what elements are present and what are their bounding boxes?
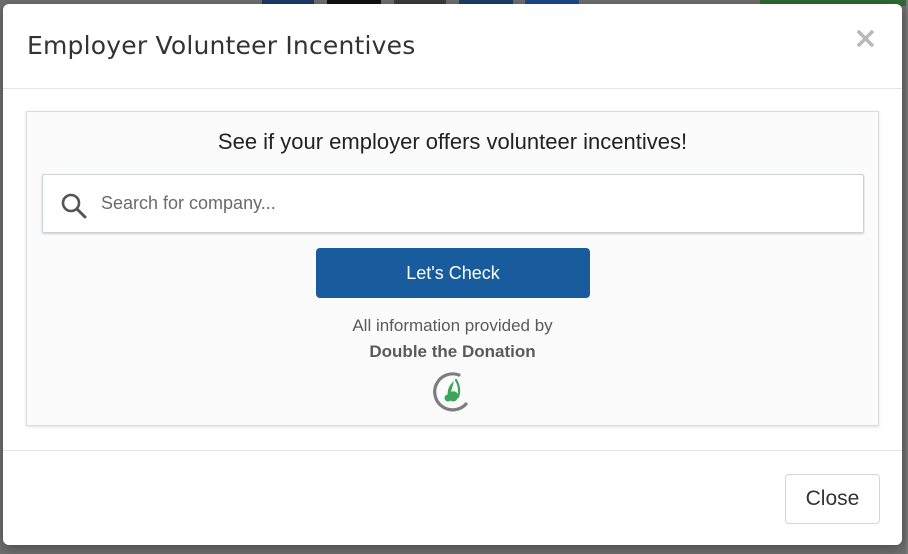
employer-search-widget: See if your employer offers volunteer in… (26, 111, 879, 426)
lets-check-button[interactable]: Let's Check (316, 248, 590, 298)
modal-header: Employer Volunteer Incentives × (3, 4, 902, 89)
double-the-donation-logo-icon (433, 372, 468, 412)
widget-heading: See if your employer offers volunteer in… (217, 129, 688, 154)
credit-provider-name: Double the Donation (369, 342, 536, 361)
company-search-input[interactable] (101, 175, 841, 232)
credit-line: All information provided by (352, 316, 553, 335)
modal-title: Employer Volunteer Incentives (27, 31, 416, 60)
close-x-icon[interactable]: × (853, 24, 878, 54)
volunteer-incentives-modal: Employer Volunteer Incentives × See if y… (3, 4, 902, 545)
modal-footer: Close (3, 450, 902, 545)
company-search-box[interactable] (42, 174, 864, 233)
search-icon (61, 193, 87, 219)
close-button[interactable]: Close (785, 474, 880, 524)
modal-body: See if your employer offers volunteer in… (3, 89, 902, 450)
